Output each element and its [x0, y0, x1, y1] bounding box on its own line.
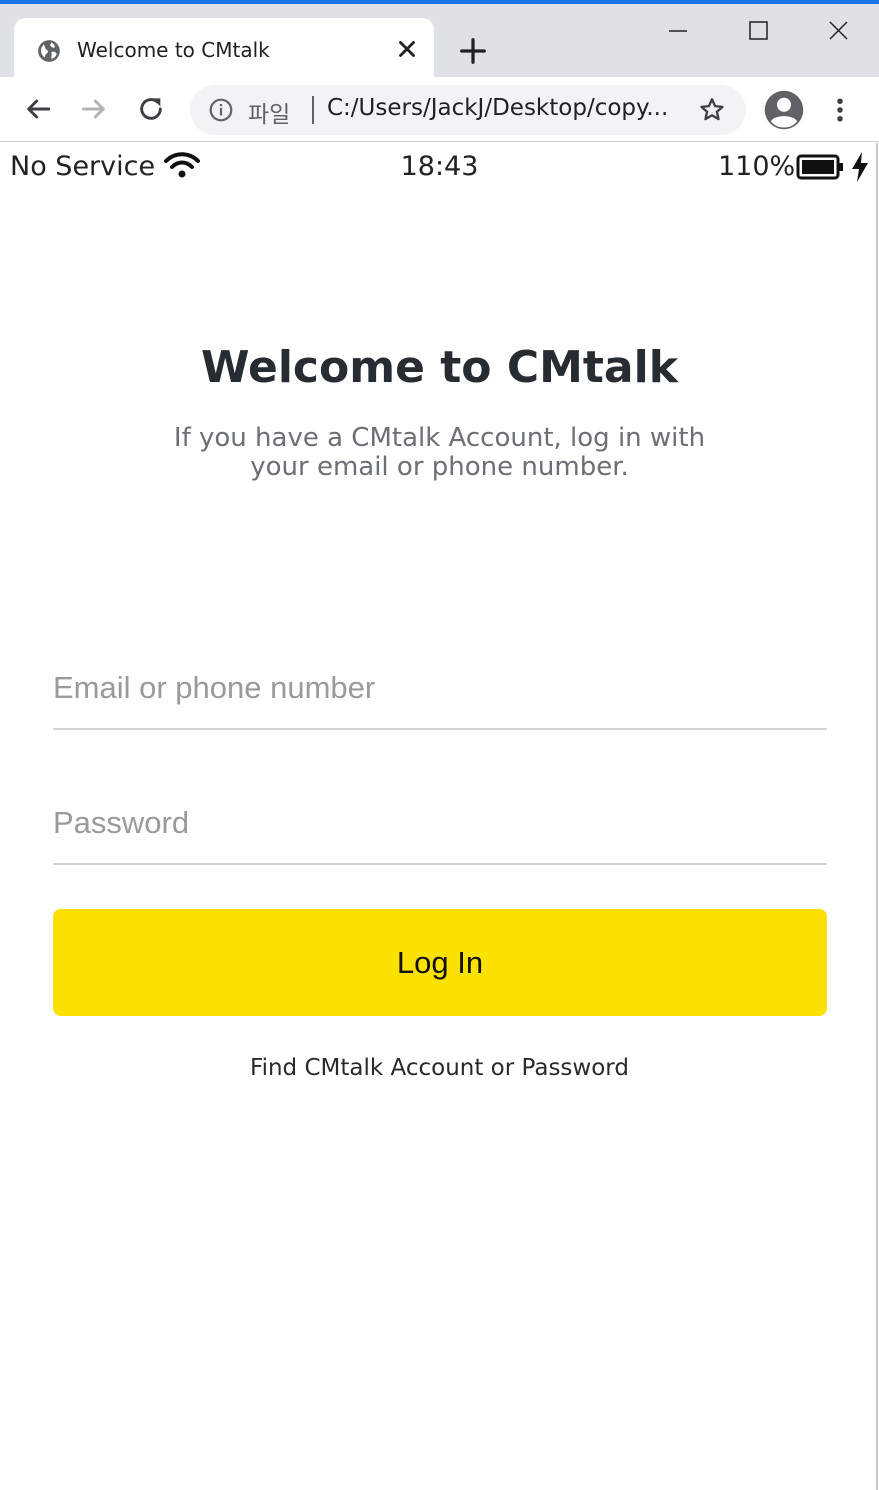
email-field-container [53, 658, 827, 730]
window-close-icon[interactable] [818, 18, 858, 52]
close-tab-icon[interactable] [394, 36, 420, 62]
battery-icon [796, 154, 843, 180]
password-field[interactable] [53, 793, 827, 853]
phone-status-bar: No Service 18:43 110% [0, 143, 879, 191]
page-subtitle: If you have a CMtalk Account, log in wit… [173, 423, 706, 482]
charging-bolt-icon [852, 152, 868, 182]
browser-toolbar: 파일 C:/Users/JackJ/Desktop/copy... [0, 77, 879, 142]
plus-icon[interactable] [458, 36, 488, 66]
login-button[interactable]: Log In [53, 909, 827, 1016]
find-account-link[interactable]: Find CMtalk Account or Password [0, 1055, 879, 1081]
bookmark-star-icon[interactable] [698, 96, 726, 124]
globe-icon [38, 40, 60, 62]
address-divider [312, 96, 314, 124]
minimize-icon[interactable] [658, 18, 698, 52]
password-field-container [53, 793, 827, 865]
address-bar[interactable]: 파일 C:/Users/JackJ/Desktop/copy... [190, 85, 746, 135]
reload-icon[interactable] [135, 93, 167, 125]
email-field[interactable] [53, 658, 827, 718]
page-title: Welcome to CMtalk [201, 342, 678, 393]
info-icon[interactable] [208, 97, 234, 123]
browser-tab[interactable]: Welcome to CMtalk [14, 18, 434, 81]
battery-percent: 110% [718, 151, 796, 182]
maximize-icon[interactable] [738, 18, 778, 52]
tab-title: Welcome to CMtalk [77, 38, 270, 62]
back-arrow-icon[interactable] [22, 93, 54, 125]
tab-strip: Welcome to CMtalk [0, 4, 879, 81]
profile-avatar-icon[interactable] [763, 89, 805, 131]
url-text[interactable]: C:/Users/JackJ/Desktop/copy... [327, 95, 668, 121]
forward-arrow-icon[interactable] [78, 93, 110, 125]
kebab-menu-icon[interactable] [825, 93, 855, 127]
scheme-label: 파일 [248, 102, 291, 128]
